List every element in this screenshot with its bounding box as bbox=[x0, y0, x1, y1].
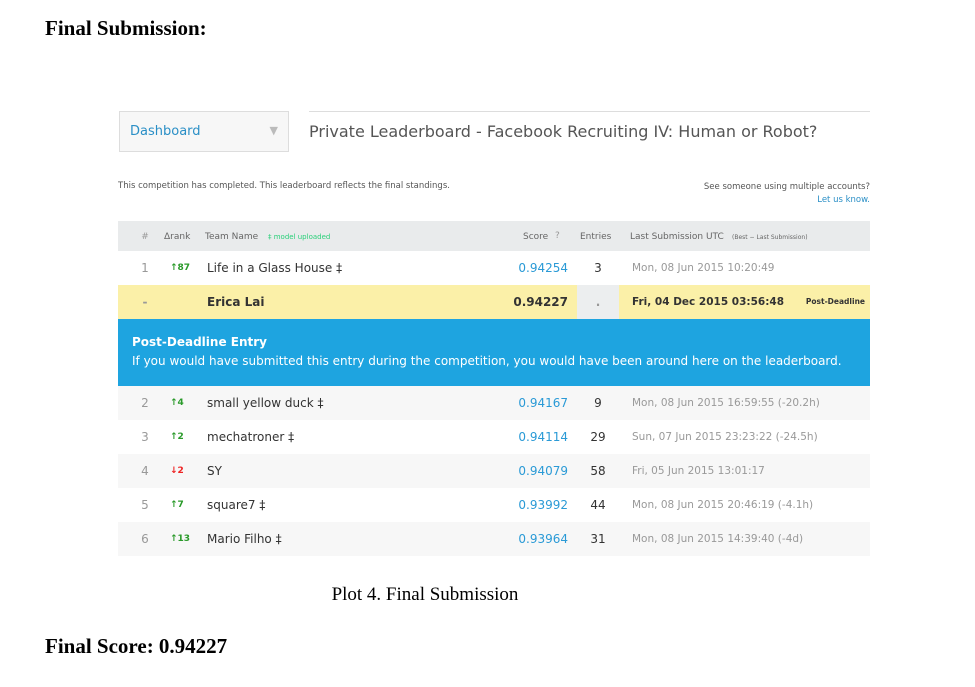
table-row[interactable]: 2 ↑4 small yellow duck ‡ 0.94167 9 Mon, … bbox=[118, 386, 870, 420]
entries: 29 bbox=[590, 430, 606, 444]
post-deadline-badge: Post-Deadline bbox=[805, 297, 865, 306]
table-row-highlight: - Erica Lai 0.94227 . Fri, 04 Dec 2015 0… bbox=[118, 285, 870, 319]
post-deadline-banner: Post-Deadline Entry If you would have su… bbox=[118, 319, 870, 386]
last-submission: Fri, 04 Dec 2015 03:56:48 bbox=[632, 296, 785, 308]
last-submission: Mon, 08 Jun 2015 10:20:49 bbox=[632, 262, 775, 274]
dashboard-label: Dashboard bbox=[130, 124, 201, 139]
col-team[interactable]: Team Name bbox=[205, 232, 258, 242]
banner-text: If you would have submitted this entry d… bbox=[132, 354, 842, 368]
rank-delta: ↑4 bbox=[170, 398, 184, 408]
table-row-partial bbox=[118, 556, 870, 572]
rank-delta: ↑13 bbox=[170, 534, 191, 544]
team-name[interactable]: Mario Filho ‡ bbox=[207, 532, 282, 546]
last-submission: Mon, 08 Jun 2015 20:46:19 (-4.1h) bbox=[632, 499, 814, 511]
table-row[interactable]: 6 ↑13 Mario Filho ‡ 0.93964 31 Mon, 08 J… bbox=[118, 522, 870, 556]
entries: 9 bbox=[594, 396, 602, 410]
rank: - bbox=[142, 295, 148, 309]
score[interactable]: 0.93992 bbox=[518, 498, 568, 512]
rank: 3 bbox=[141, 430, 149, 444]
leaderboard-screenshot: Dashboard ▼ Private Leaderboard - Faceboo… bbox=[118, 105, 870, 572]
score: 0.94227 bbox=[513, 295, 568, 309]
score[interactable]: 0.94254 bbox=[518, 261, 568, 275]
team-name: Erica Lai bbox=[207, 295, 265, 309]
last-submission: Mon, 08 Jun 2015 16:59:55 (-20.2h) bbox=[632, 397, 820, 409]
team-name[interactable]: SY bbox=[207, 464, 222, 478]
help-icon[interactable]: ? bbox=[555, 231, 560, 241]
entries: . bbox=[595, 295, 601, 309]
table-row[interactable]: 5 ↑7 square7 ‡ 0.93992 44 Mon, 08 Jun 20… bbox=[118, 488, 870, 522]
team-name[interactable]: square7 ‡ bbox=[207, 498, 265, 512]
team-name[interactable]: small yellow duck ‡ bbox=[207, 396, 323, 410]
entries: 44 bbox=[590, 498, 606, 512]
rank-delta: ↑7 bbox=[170, 500, 184, 510]
figure-caption: Plot 4. Final Submission bbox=[331, 584, 519, 605]
status-text: This competition has completed. This lea… bbox=[118, 181, 450, 191]
dashboard-dropdown[interactable]: Dashboard ▼ bbox=[119, 111, 289, 152]
score[interactable]: 0.93964 bbox=[518, 532, 568, 546]
entries: 58 bbox=[590, 464, 606, 478]
score[interactable]: 0.94167 bbox=[518, 396, 568, 410]
table-row[interactable]: 4 ↓2 SY 0.94079 58 Fri, 05 Jun 2015 13:0… bbox=[118, 454, 870, 488]
last-submission: Mon, 08 Jun 2015 14:39:40 (-4d) bbox=[632, 533, 804, 545]
rank: 2 bbox=[141, 396, 149, 410]
rank: 6 bbox=[141, 532, 149, 546]
col-score[interactable]: Score bbox=[523, 232, 548, 242]
rank-delta: ↓2 bbox=[170, 466, 184, 476]
rank: 4 bbox=[141, 464, 149, 478]
page-title: Private Leaderboard - Facebook Recruitin… bbox=[309, 122, 818, 141]
rank: 5 bbox=[141, 498, 149, 512]
model-uploaded-note: ‡ model uploaded bbox=[268, 233, 331, 241]
team-name[interactable]: Life in a Glass House ‡ bbox=[207, 261, 342, 275]
rank-delta: ↑2 bbox=[170, 432, 184, 442]
score[interactable]: 0.94114 bbox=[518, 430, 568, 444]
divider bbox=[309, 111, 870, 112]
entries: 31 bbox=[590, 532, 606, 546]
multi-question: See someone using multiple accounts? bbox=[703, 182, 870, 192]
multi-accounts: See someone using multiple accounts? Let … bbox=[704, 181, 870, 207]
col-delta[interactable]: Δrank bbox=[164, 232, 190, 242]
entries: 3 bbox=[594, 261, 602, 275]
last-submission: Fri, 05 Jun 2015 13:01:17 bbox=[632, 465, 765, 477]
table-header: # Δrank Team Name ‡ model uploaded Score… bbox=[118, 221, 870, 251]
final-score: Final Score: 0.94227 bbox=[45, 634, 228, 658]
table-row[interactable]: 3 ↑2 mechatroner ‡ 0.94114 29 Sun, 07 Ju… bbox=[118, 420, 870, 454]
team-name[interactable]: mechatroner ‡ bbox=[207, 430, 294, 444]
section-heading: Final Submission: bbox=[45, 16, 207, 40]
col-last[interactable]: Last Submission UTC bbox=[630, 232, 724, 242]
score[interactable]: 0.94079 bbox=[518, 464, 568, 478]
col-last-sub: (Best − Last Submission) bbox=[732, 234, 808, 241]
let-us-know-link[interactable]: Let us know. bbox=[817, 195, 870, 205]
chevron-down-icon: ▼ bbox=[269, 124, 278, 137]
col-entries[interactable]: Entries bbox=[580, 232, 611, 242]
last-submission: Sun, 07 Jun 2015 23:23:22 (-24.5h) bbox=[632, 431, 818, 443]
banner-title: Post-Deadline Entry bbox=[132, 335, 267, 349]
col-rank[interactable]: # bbox=[140, 232, 150, 242]
rank-delta: ↑87 bbox=[170, 263, 191, 273]
rank: 1 bbox=[141, 261, 149, 275]
table-row[interactable]: 1 ↑87 Life in a Glass House ‡ 0.94254 3 … bbox=[118, 251, 870, 285]
